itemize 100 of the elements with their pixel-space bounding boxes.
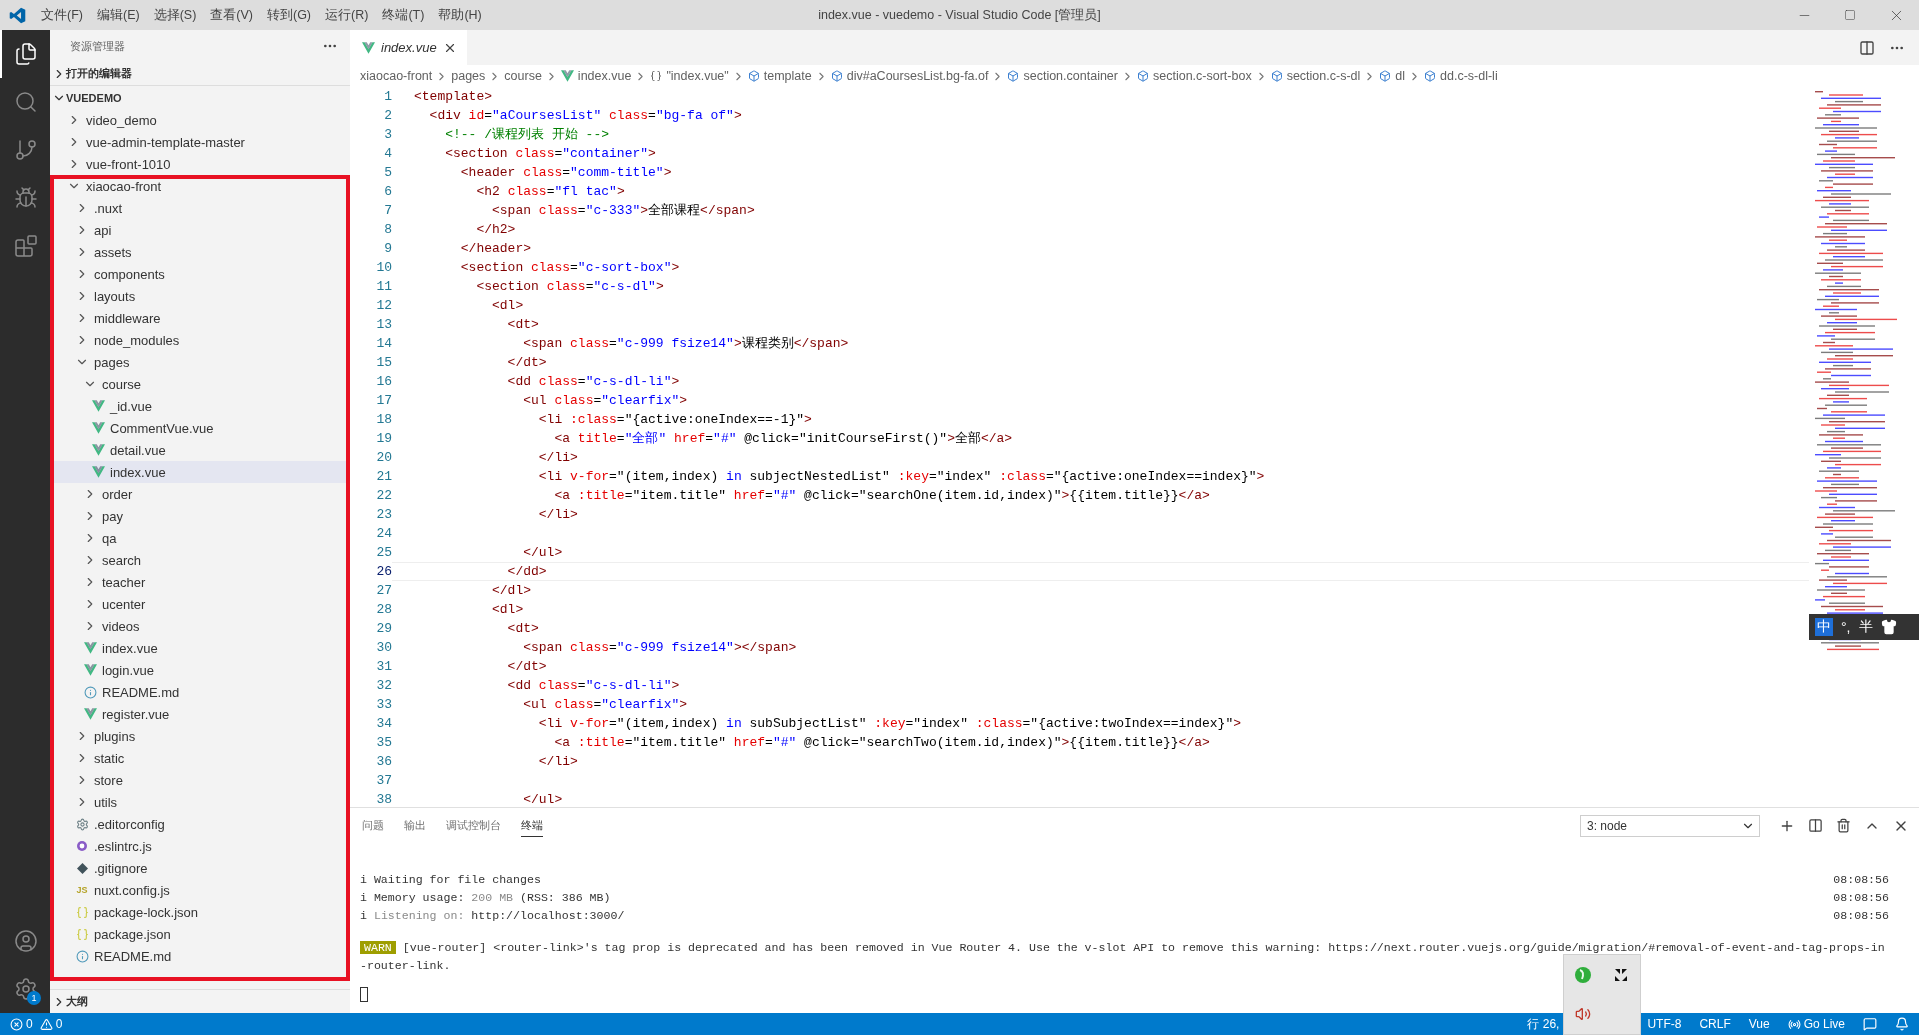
panel-tab[interactable]: 问题 (362, 814, 384, 837)
section-header[interactable]: 打开的编辑器 (50, 62, 350, 85)
tree-item[interactable]: README.md (50, 681, 350, 703)
tree-item[interactable]: components (50, 263, 350, 285)
breadcrumb-item[interactable]: course (504, 69, 542, 83)
tree-item[interactable]: qa (50, 527, 350, 549)
breadcrumb-item[interactable]: dd.c-s-dl-li (1424, 69, 1498, 83)
tree-item[interactable]: register.vue (50, 703, 350, 725)
tree-item[interactable]: store (50, 769, 350, 791)
tree-item[interactable]: node_modules (50, 329, 350, 351)
tree-item[interactable]: JS nuxt.config.js (50, 879, 350, 901)
maximize-icon[interactable] (1844, 9, 1856, 21)
ime-width[interactable]: 半 (1858, 618, 1873, 636)
breadcrumb-item[interactable]: section.c-sort-box (1137, 69, 1252, 83)
breadcrumb-item[interactable]: dl (1379, 69, 1405, 83)
ime-punctuation[interactable]: °, (1841, 619, 1851, 635)
line-number: 3 (383, 126, 392, 144)
timestamp: 08:08:56 (1833, 908, 1889, 924)
tree-item[interactable]: index.vue (50, 637, 350, 659)
breadcrumb-item[interactable]: index.vue (560, 69, 632, 83)
menu-item[interactable]: 编辑(E) (89, 6, 147, 24)
line-number: 8 (383, 221, 392, 239)
blocks-icon[interactable] (14, 234, 38, 258)
tree-item[interactable]: .eslintrc.js (50, 835, 350, 857)
tree-item[interactable]: README.md (50, 945, 350, 967)
breadcrumb-item[interactable]: pages (451, 69, 486, 83)
speaker-icon[interactable] (1575, 1006, 1591, 1023)
tree-item[interactable]: pay (50, 505, 350, 527)
tree-item[interactable]: video_demo (50, 109, 350, 131)
panel-tab[interactable]: 终端 (521, 814, 543, 837)
panel-tab[interactable]: 调试控制台 (446, 814, 501, 837)
errors-indicator[interactable]: 0 0 (10, 1017, 63, 1031)
tree-item[interactable]: static (50, 747, 350, 769)
language-item[interactable]: Vue (1748, 1017, 1770, 1031)
tree-item[interactable]: teacher (50, 571, 350, 593)
split-editor-icon[interactable] (1859, 39, 1875, 56)
feedback-icon[interactable] (1863, 1017, 1877, 1031)
gear-icon (74, 816, 90, 832)
menu-item[interactable]: 帮助(H) (431, 6, 489, 24)
branch-icon[interactable] (14, 138, 38, 162)
tree-item[interactable]: xiaocao-front (50, 175, 350, 197)
menu-item[interactable]: 查看(V) (203, 6, 260, 24)
globe-icon[interactable] (1574, 965, 1592, 984)
settings-icon[interactable] (14, 977, 38, 1001)
tree-item[interactable]: course (50, 373, 350, 395)
bell-icon[interactable] (1895, 1017, 1909, 1031)
tree-item[interactable]: .editorconfig (50, 813, 350, 835)
encoding-item[interactable]: UTF-8 (1647, 1017, 1682, 1031)
breadcrumb-item[interactable]: div#aCoursesList.bg-fa.of (830, 69, 989, 83)
tree-item[interactable]: middleware (50, 307, 350, 329)
terminal-select[interactable]: 3: node (1580, 814, 1760, 837)
bug-icon[interactable] (14, 186, 38, 210)
menu-item[interactable]: 运行(R) (318, 6, 376, 24)
breadcrumb-item[interactable]: template (747, 69, 812, 83)
breadcrumb-item[interactable]: section.container (1007, 69, 1118, 83)
panel-tab[interactable]: 输出 (404, 814, 426, 837)
shirt-icon[interactable] (1880, 619, 1897, 635)
tree-item[interactable]: package-lock.json (50, 901, 350, 923)
tree-item[interactable]: utils (50, 791, 350, 813)
vue-file-icon (91, 422, 105, 434)
files-icon[interactable] (14, 42, 38, 66)
ime-mode[interactable]: 中 (1815, 618, 1833, 636)
tree-item[interactable]: api (50, 219, 350, 241)
go-live-item[interactable]: Go Live (1787, 1017, 1845, 1031)
tree-item[interactable]: detail.vue (50, 439, 350, 461)
editor-tab[interactable]: index.vue (350, 30, 467, 65)
app-tray-icon[interactable] (1614, 967, 1628, 982)
account-icon[interactable] (14, 929, 38, 953)
menu-item[interactable]: 终端(T) (375, 6, 432, 24)
tree-item[interactable]: order (50, 483, 350, 505)
tree-item[interactable]: CommentVue.vue (50, 417, 350, 439)
tree-item[interactable]: search (50, 549, 350, 571)
line-number: 12 (375, 297, 392, 315)
tree-item[interactable]: layouts (50, 285, 350, 307)
tree-item[interactable]: vue-front-1010 (50, 153, 350, 175)
split-terminal-icon[interactable] (1808, 818, 1823, 833)
menu-item[interactable]: 转到(G) (260, 6, 319, 24)
breadcrumb-item[interactable]: section.c-s-dl (1270, 69, 1361, 83)
tree-item[interactable]: assets (50, 241, 350, 263)
search-icon[interactable] (14, 90, 38, 114)
menu-item[interactable]: 选择(S) (146, 6, 204, 24)
tree-item[interactable]: login.vue (50, 659, 350, 681)
tree-item[interactable]: .gitignore (50, 857, 350, 879)
cursor-position[interactable]: 行 26, (1527, 1015, 1560, 1033)
tree-item[interactable]: videos (50, 615, 350, 637)
tree-item[interactable]: .nuxt (50, 197, 350, 219)
section-header[interactable]: VUEDEMO (50, 85, 350, 109)
eol-item[interactable]: CRLF (1699, 1017, 1731, 1031)
tree-item[interactable]: ucenter (50, 593, 350, 615)
tree-item[interactable]: _id.vue (50, 395, 350, 417)
tree-item[interactable]: vue-admin-template-master (50, 131, 350, 153)
cube-icon (747, 70, 760, 82)
menu-item[interactable]: 文件(F) (34, 6, 90, 24)
breadcrumb-item[interactable]: "index.vue" (650, 69, 729, 83)
trash-icon[interactable] (1836, 818, 1851, 833)
line-number: 23 (375, 506, 392, 524)
breadcrumb-item[interactable]: xiaocao-front (360, 69, 433, 83)
tree-item[interactable]: pages (50, 351, 350, 373)
tree-item[interactable]: plugins (50, 725, 350, 747)
tree-item[interactable]: package.json (50, 923, 350, 945)
